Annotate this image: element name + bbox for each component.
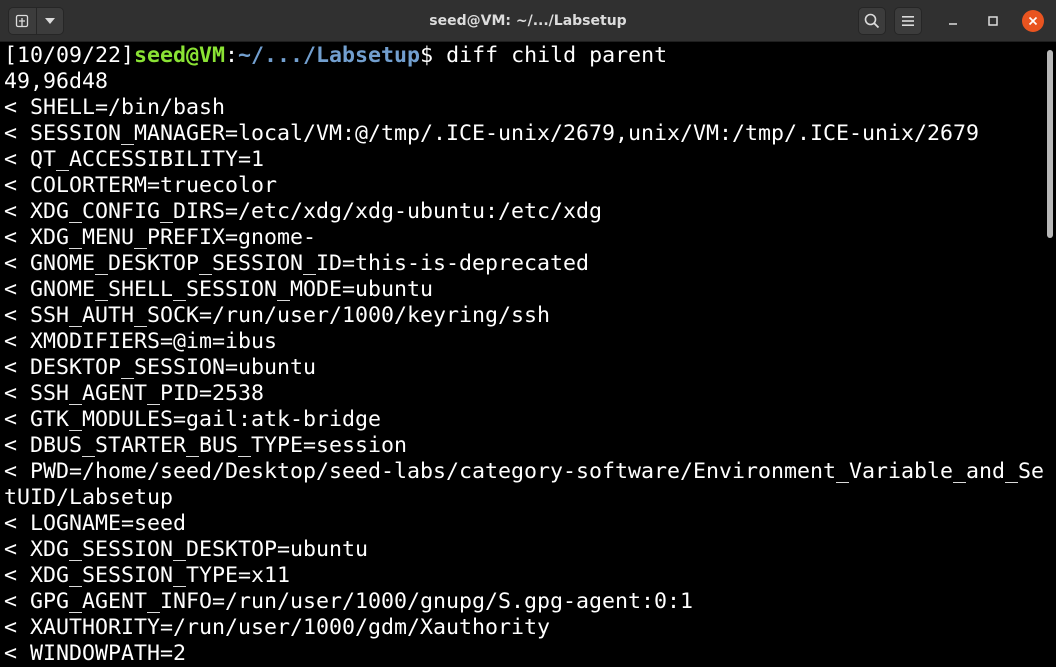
- output-line: < XDG_SESSION_TYPE=x11: [4, 563, 291, 588]
- output-line: 49,96d48: [4, 69, 109, 94]
- close-button[interactable]: [1022, 10, 1044, 32]
- output-line: < XAUTHORITY=/run/user/1000/gdm/Xauthori…: [4, 615, 551, 640]
- terminal-window: seed@VM: ~/.../Labsetup [10/09/22]seed@V…: [0, 0, 1056, 667]
- prompt-user-host: seed@VM: [134, 43, 226, 68]
- typed-command: diff child parent: [446, 43, 668, 68]
- maximize-button[interactable]: [982, 10, 1004, 32]
- output-line: < SSH_AUTH_SOCK=/run/user/1000/keyring/s…: [4, 303, 551, 328]
- output-line: < XDG_SESSION_DESKTOP=ubuntu: [4, 537, 369, 562]
- output-line: < XDG_CONFIG_DIRS=/etc/xdg/xdg-ubuntu:/e…: [4, 199, 603, 224]
- output-line: < SHELL=/bin/bash: [4, 95, 226, 120]
- output-line: < SESSION_MANAGER=local/VM:@/tmp/.ICE-un…: [4, 121, 980, 146]
- search-button[interactable]: [858, 7, 886, 35]
- prompt-line: [10/09/22]seed@VM:~/.../Labsetup$ diff c…: [4, 43, 667, 69]
- title-bar: seed@VM: ~/.../Labsetup: [0, 0, 1056, 42]
- hamburger-menu-button[interactable]: [894, 7, 922, 35]
- chevron-down-icon: [44, 18, 55, 24]
- output-line: < PWD=/home/seed/Desktop/seed-labs/categ…: [4, 459, 1044, 484]
- output-line: < GPG_AGENT_INFO=/run/user/1000/gnupg/S.…: [4, 589, 694, 614]
- scrollbar-thumb[interactable]: [1047, 50, 1053, 238]
- prompt-timestamp: [10/09/22]: [4, 43, 135, 68]
- close-icon: [1028, 16, 1038, 26]
- search-icon: [864, 13, 880, 29]
- prompt-separator: :: [225, 43, 239, 68]
- terminal-output[interactable]: [10/09/22]seed@VM:~/.../Labsetup$ diff c…: [0, 42, 1044, 667]
- output-line: < GTK_MODULES=gail:atk-bridge: [4, 407, 382, 432]
- output-line: < DESKTOP_SESSION=ubuntu: [4, 355, 317, 380]
- output-line: < XMODIFIERS=@im=ibus: [4, 329, 278, 354]
- output-line: < GNOME_DESKTOP_SESSION_ID=this-is-depre…: [4, 251, 590, 276]
- new-tab-icon: [16, 14, 29, 28]
- new-tab-button[interactable]: [9, 8, 36, 34]
- output-line: < XDG_MENU_PREFIX=gnome-: [4, 225, 317, 250]
- output-line: < QT_ACCESSIBILITY=1: [4, 147, 265, 172]
- new-tab-split-button: [8, 7, 64, 35]
- prompt-dollar: $: [420, 43, 447, 68]
- maximize-icon: [988, 16, 998, 26]
- output-line: < LOGNAME=seed: [4, 511, 187, 536]
- output-line: < DBUS_STARTER_BUS_TYPE=session: [4, 433, 408, 458]
- minimize-icon: [949, 23, 957, 25]
- new-tab-menu-button[interactable]: [35, 8, 64, 34]
- output-line: < COLORTERM=truecolor: [4, 173, 278, 198]
- output-line: tUID/Labsetup: [4, 485, 174, 510]
- output-line: < WINDOWPATH=2: [4, 641, 187, 666]
- hamburger-menu-icon: [902, 16, 914, 26]
- output-line: < GNOME_SHELL_SESSION_MODE=ubuntu: [4, 277, 434, 302]
- minimize-button[interactable]: [942, 10, 964, 32]
- prompt-path: ~/.../Labsetup: [238, 43, 421, 68]
- output-line: < SSH_AGENT_PID=2538: [4, 381, 265, 406]
